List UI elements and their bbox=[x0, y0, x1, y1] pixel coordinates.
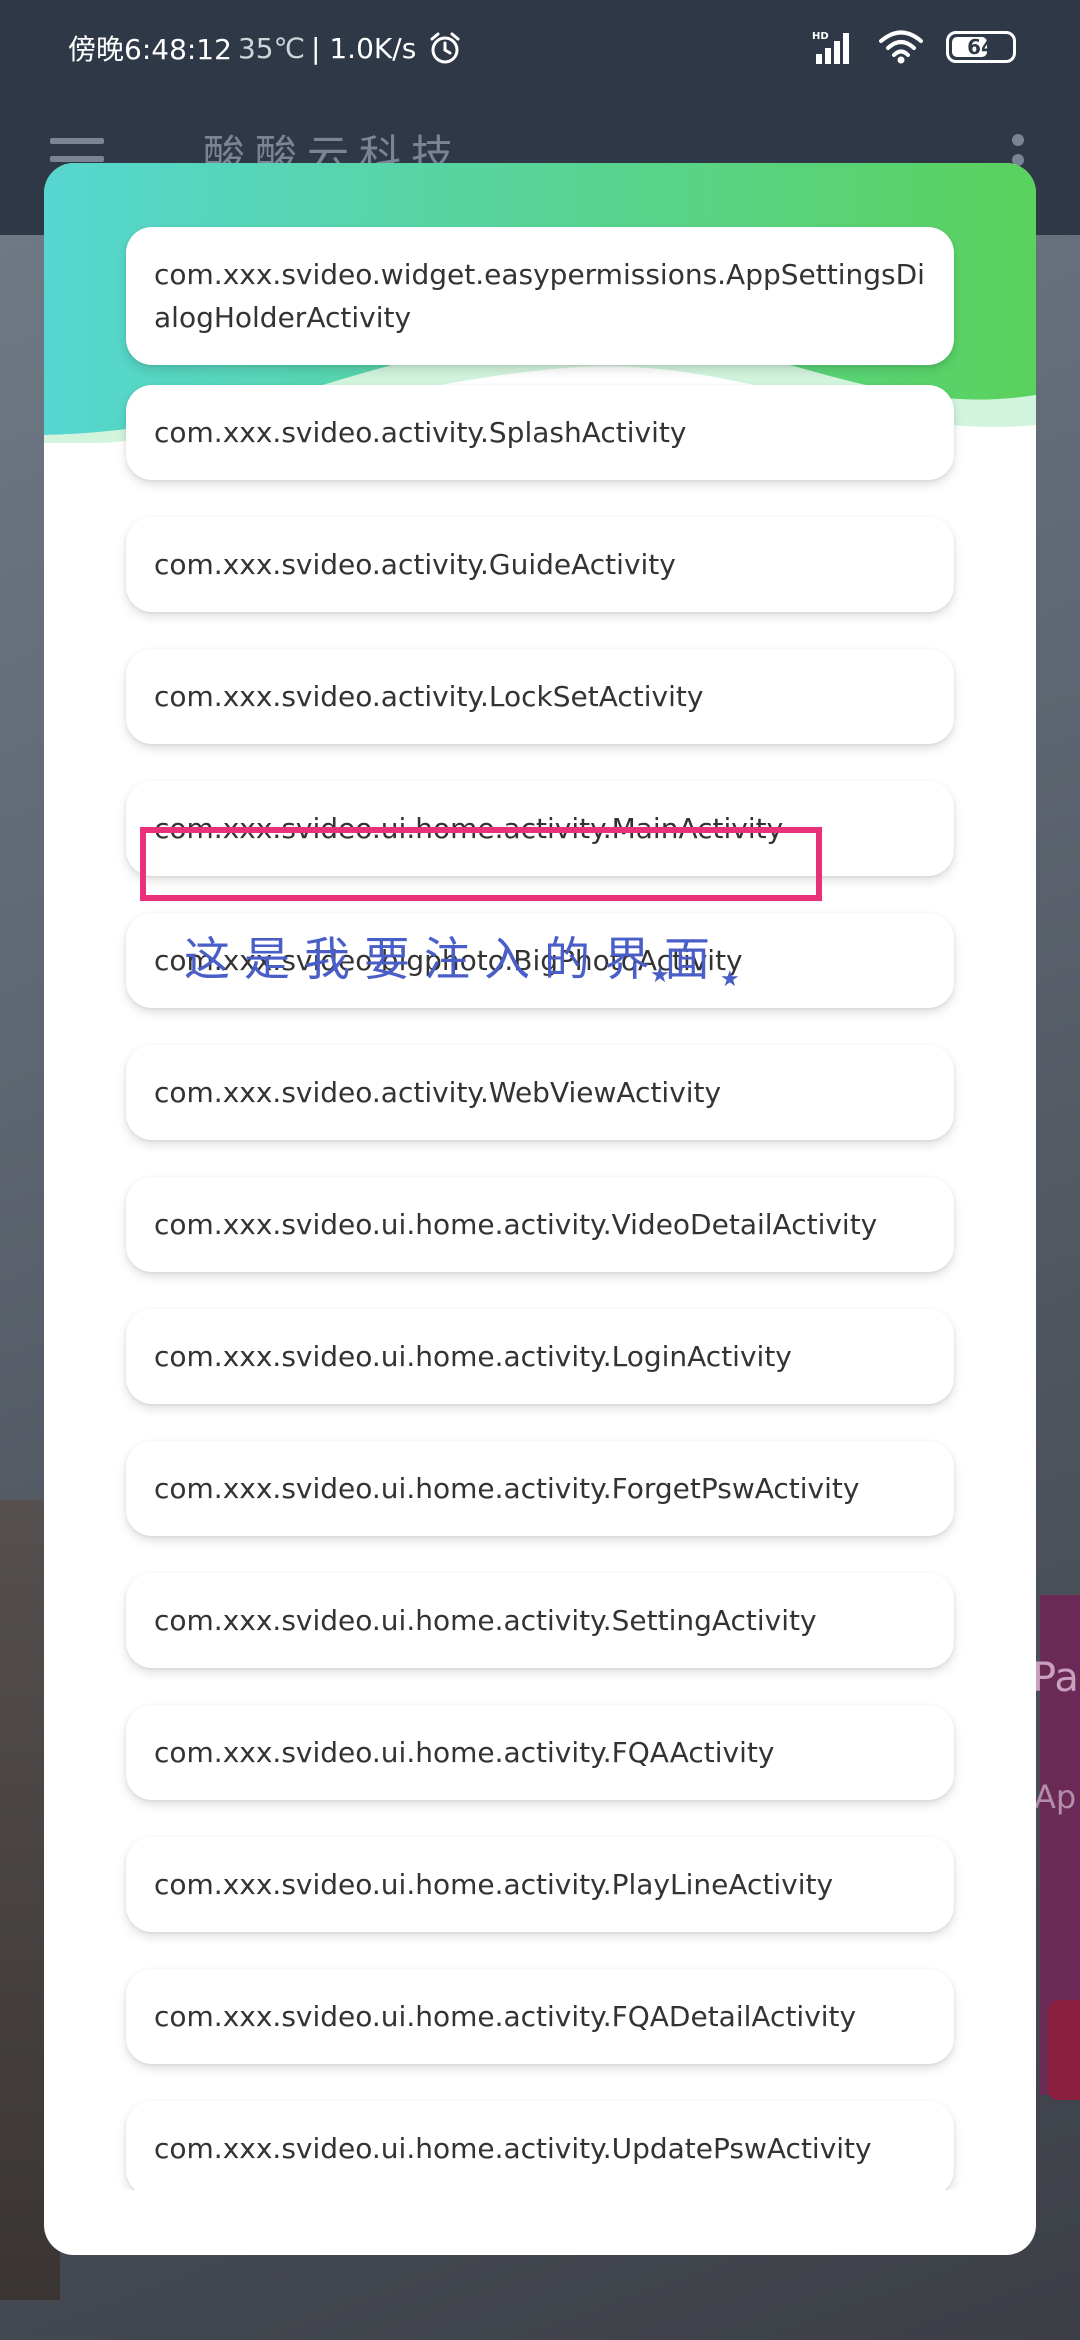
list-item-activity[interactable]: com.xxx.svideo.ui.home.activity.UpdatePs… bbox=[126, 2101, 954, 2190]
list-item-activity[interactable]: com.xxx.svideo.ui.home.activity.FQADetai… bbox=[126, 1969, 954, 2064]
list-item-activity[interactable]: com.xxx.svideo.ui.home.activity.VideoDet… bbox=[126, 1177, 954, 1272]
list-item-activity[interactable]: com.xxx.svideo.ui.home.activity.LoginAct… bbox=[126, 1309, 954, 1404]
wifi-icon bbox=[879, 30, 923, 64]
annotation-star-icon: ★ bbox=[650, 963, 670, 988]
list-item-activity[interactable]: com.xxx.svideo.activity.WebViewActivity bbox=[126, 1045, 954, 1140]
status-bar: 傍晚6:48:12 35℃ | 1.0K/s HD 64 bbox=[0, 0, 1080, 95]
list-item-activity[interactable]: com.xxx.svideo.activity.LockSetActivity bbox=[126, 649, 954, 744]
list-item-activity[interactable]: com.xxx.svideo.ui.home.activity.FQAActiv… bbox=[126, 1705, 954, 1800]
banner-button[interactable] bbox=[1048, 2000, 1080, 2100]
list-item-activity[interactable]: com.xxx.svideo.widget.easypermissions.Ap… bbox=[126, 227, 954, 365]
list-item-activity[interactable]: com.xxx.svideo.ui.home.activity.SettingA… bbox=[126, 1573, 954, 1668]
highlight-box-annotation bbox=[140, 827, 822, 901]
banner-subtext: Ap bbox=[1034, 1778, 1077, 1816]
activity-list[interactable]: com.xxx.svideo.widget.easypermissions.Ap… bbox=[44, 163, 1036, 2190]
status-left: 傍晚6:48:12 35℃ | 1.0K/s bbox=[68, 28, 462, 68]
signal-icon: HD bbox=[812, 31, 849, 64]
list-item-activity[interactable]: com.xxx.svideo.ui.home.activity.PlayLine… bbox=[126, 1837, 954, 1932]
status-time: 傍晚6:48:12 bbox=[68, 33, 232, 66]
status-network-speed: | 1.0K/s bbox=[311, 31, 417, 65]
banner-text: Pa bbox=[1032, 1655, 1079, 1701]
status-temperature: 35℃ bbox=[237, 31, 306, 65]
alarm-icon bbox=[430, 32, 460, 64]
list-item-activity[interactable]: com.xxx.svideo.ui.home.activity.ForgetPs… bbox=[126, 1441, 954, 1536]
annotation-star-icon: ★ bbox=[720, 967, 740, 992]
battery-level: 64 bbox=[967, 35, 995, 59]
list-item-activity[interactable]: com.xxx.svideo.activity.GuideActivity bbox=[126, 517, 954, 612]
list-item-activity[interactable]: com.xxx.svideo.activity.SplashActivity bbox=[126, 385, 954, 480]
status-right: HD 64 bbox=[812, 30, 1016, 64]
signal-hd-label: HD bbox=[812, 31, 829, 42]
annotation-text: 这是我要注入的界面 bbox=[184, 932, 724, 986]
activity-list-dialog: com.xxx.svideo.widget.easypermissions.Ap… bbox=[44, 163, 1036, 2255]
battery-icon: 64 bbox=[946, 31, 1016, 63]
